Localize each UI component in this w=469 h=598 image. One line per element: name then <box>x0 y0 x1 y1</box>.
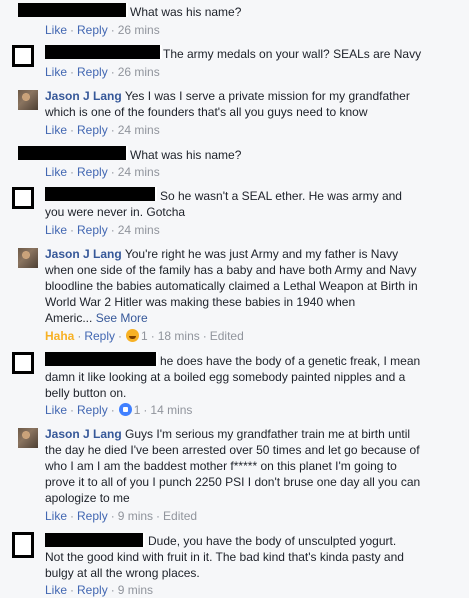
haha-reaction-link[interactable]: Haha <box>45 329 74 343</box>
see-more-link[interactable]: See More <box>96 311 148 325</box>
timestamp[interactable]: 18 mins <box>158 329 200 343</box>
reaction-count[interactable]: 1 <box>141 329 148 343</box>
comment-text: What was his name? <box>130 5 242 19</box>
avatar[interactable] <box>12 187 34 209</box>
reply-link[interactable]: Reply <box>77 165 108 179</box>
comment-actions: Like · Reply · 1 · 14 mins <box>45 403 193 417</box>
comment-actions: Like · Reply · 26 mins <box>45 65 160 79</box>
comment-actions: Like · Reply · 9 mins · Edited <box>45 509 198 523</box>
timestamp[interactable]: 24 mins <box>118 165 160 179</box>
reply-link[interactable]: Reply <box>77 23 108 37</box>
comment-text: The army medals on your wall? SEALs are … <box>163 47 422 61</box>
reply-link[interactable]: Reply <box>77 223 108 237</box>
comment-actions: Like · Reply · 26 mins <box>45 23 160 37</box>
comment-actions: Like · Reply · 24 mins <box>45 223 160 237</box>
comment-text: Jason J Lang Yes I was I serve a private… <box>45 89 410 119</box>
comment-actions: Haha · Reply · 1 · 18 mins · Edited <box>45 329 244 343</box>
comment-text-continued: you were never in. Gotcha <box>45 205 186 219</box>
like-link[interactable]: Like <box>45 65 67 79</box>
comment-text: What was his name? <box>130 148 242 162</box>
timestamp[interactable]: 9 mins <box>118 509 153 523</box>
comment-text-continued: Not the good kind with fruit in it. The … <box>45 550 404 580</box>
reply-link[interactable]: Reply <box>77 123 108 137</box>
like-link[interactable]: Like <box>45 165 67 179</box>
timestamp[interactable]: 24 mins <box>118 123 160 137</box>
avatar[interactable] <box>18 248 38 268</box>
avatar[interactable] <box>12 532 34 558</box>
like-reaction-icon[interactable] <box>118 403 132 416</box>
author-name[interactable]: Jason J Lang <box>45 89 122 103</box>
reaction-count[interactable]: 1 <box>134 403 141 417</box>
edited-label[interactable]: Edited <box>210 329 244 343</box>
timestamp[interactable]: 26 mins <box>118 23 160 37</box>
author-name[interactable]: Jason J Lang <box>45 247 122 261</box>
redacted-name <box>45 352 158 366</box>
reply-link[interactable]: Reply <box>77 583 108 597</box>
avatar[interactable] <box>12 352 34 374</box>
comment-text-continued: damn it like looking at a boiled egg som… <box>45 370 406 400</box>
like-link[interactable]: Like <box>45 23 67 37</box>
comment-actions: Like · Reply · 9 mins <box>45 583 154 597</box>
like-link[interactable]: Like <box>45 583 67 597</box>
like-link[interactable]: Like <box>45 509 67 523</box>
timestamp[interactable]: 26 mins <box>118 65 160 79</box>
comment-text: Dude, you have the body of unsculpted yo… <box>148 534 397 548</box>
timestamp[interactable]: 24 mins <box>118 223 160 237</box>
reply-link[interactable]: Reply <box>77 509 108 523</box>
author-name[interactable]: Jason J Lang <box>45 427 122 441</box>
redacted-name <box>45 187 157 201</box>
redacted-name <box>18 3 128 17</box>
redacted-name <box>45 533 145 547</box>
timestamp[interactable]: 14 mins <box>150 403 192 417</box>
avatar[interactable] <box>12 45 34 67</box>
like-link[interactable]: Like <box>45 403 67 417</box>
redacted-name <box>18 146 128 160</box>
comment-actions: Like · Reply · 24 mins <box>45 165 160 179</box>
edited-label[interactable]: Edited <box>163 509 197 523</box>
comment-text: So he wasn't a SEAL ether. He was army a… <box>160 189 402 203</box>
like-link[interactable]: Like <box>45 223 67 237</box>
reply-link[interactable]: Reply <box>77 403 108 417</box>
comment-text: he does have the body of a genetic freak… <box>160 354 421 368</box>
comment-text: Jason J Lang Guys I'm serious my grandfa… <box>45 427 421 505</box>
comment-actions: Like · Reply · 24 mins <box>45 123 160 137</box>
comment-text: Jason J Lang You're right he was just Ar… <box>45 247 418 325</box>
like-link[interactable]: Like <box>45 123 67 137</box>
haha-icon[interactable] <box>126 329 140 342</box>
reply-link[interactable]: Reply <box>77 65 108 79</box>
avatar[interactable] <box>18 90 38 110</box>
reply-link[interactable]: Reply <box>84 329 115 343</box>
avatar[interactable] <box>18 428 38 448</box>
timestamp[interactable]: 9 mins <box>118 583 153 597</box>
redacted-name <box>45 45 162 59</box>
